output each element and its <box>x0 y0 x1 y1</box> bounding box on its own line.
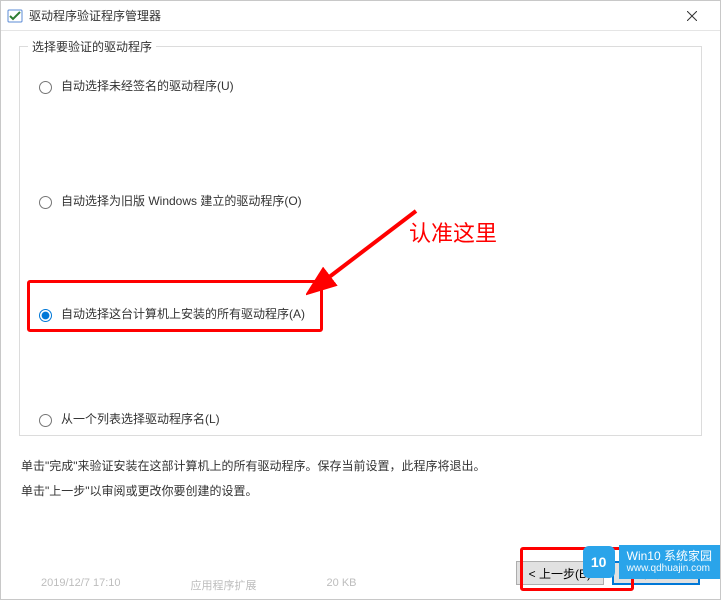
radio-legacy-label[interactable]: 自动选择为旧版 Windows 建立的驱动程序(O) <box>61 192 302 209</box>
radio-unsigned-label[interactable]: 自动选择未经签名的驱动程序(U) <box>61 77 234 94</box>
radio-all-label[interactable]: 自动选择这台计算机上安装的所有驱动程序(A) <box>61 305 305 322</box>
dialog-window: 驱动程序验证程序管理器 选择要验证的驱动程序 自动选择未经签名的驱动程序(U) … <box>0 0 721 600</box>
finish-button[interactable]: 完成 <box>612 561 700 585</box>
driver-select-group: 选择要验证的驱动程序 自动选择未经签名的驱动程序(U) 自动选择为旧版 Wind… <box>19 46 702 436</box>
app-icon <box>7 8 23 24</box>
client-area: 选择要验证的驱动程序 自动选择未经签名的驱动程序(U) 自动选择为旧版 Wind… <box>1 32 720 599</box>
help-line-2: 单击"上一步"以审阅或更改你要创建的设置。 <box>21 479 702 504</box>
help-line-1: 单击"完成"来验证安装在这部计算机上的所有驱动程序。保存当前设置，此程序将退出。 <box>21 454 702 479</box>
close-icon <box>687 11 697 21</box>
wizard-buttons: < 上一步(B) 完成 <box>516 561 700 585</box>
radio-fromlist-label[interactable]: 从一个列表选择驱动程序名(L) <box>61 410 220 427</box>
radio-fromlist[interactable]: 从一个列表选择驱动程序名(L) <box>34 408 687 429</box>
group-legend: 选择要验证的驱动程序 <box>28 38 156 55</box>
radio-legacy-input[interactable] <box>39 196 52 209</box>
help-text: 单击"完成"来验证安装在这部计算机上的所有驱动程序。保存当前设置，此程序将退出。… <box>19 454 702 504</box>
window-title: 驱动程序验证程序管理器 <box>29 7 669 24</box>
close-button[interactable] <box>669 1 714 31</box>
radio-fromlist-input[interactable] <box>39 414 52 427</box>
radio-all[interactable]: 自动选择这台计算机上安装的所有驱动程序(A) <box>34 303 687 324</box>
radio-unsigned-input[interactable] <box>39 81 52 94</box>
back-button[interactable]: < 上一步(B) <box>516 561 604 585</box>
radio-all-input[interactable] <box>39 309 52 322</box>
titlebar: 驱动程序验证程序管理器 <box>1 1 720 31</box>
radio-legacy[interactable]: 自动选择为旧版 Windows 建立的驱动程序(O) <box>34 190 687 211</box>
radio-unsigned[interactable]: 自动选择未经签名的驱动程序(U) <box>34 75 687 96</box>
